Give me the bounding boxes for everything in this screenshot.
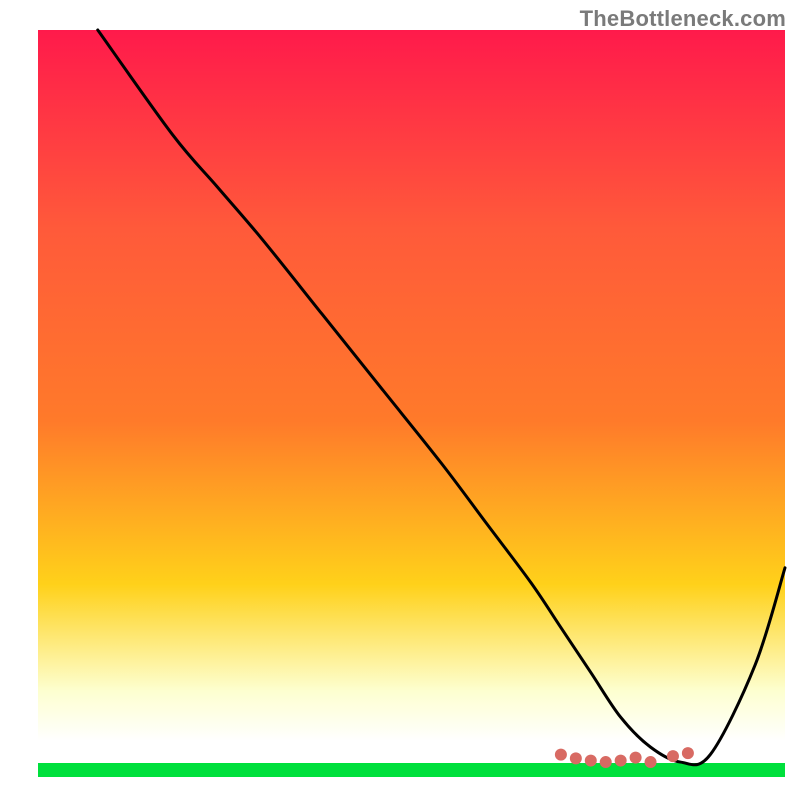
green-band: [38, 763, 785, 777]
chart-stage: TheBottleneck.com: [0, 0, 800, 800]
optimal-marker: [570, 752, 582, 764]
optimal-marker: [630, 752, 642, 764]
optimal-marker: [600, 756, 612, 768]
optimal-marker: [615, 755, 627, 767]
optimal-marker: [682, 747, 694, 759]
heat-background: [38, 30, 785, 741]
optimal-marker: [555, 749, 567, 761]
optimal-marker: [585, 755, 597, 767]
optimal-marker: [667, 750, 679, 762]
optimal-marker: [645, 756, 657, 768]
bottleneck-chart: [0, 0, 800, 800]
